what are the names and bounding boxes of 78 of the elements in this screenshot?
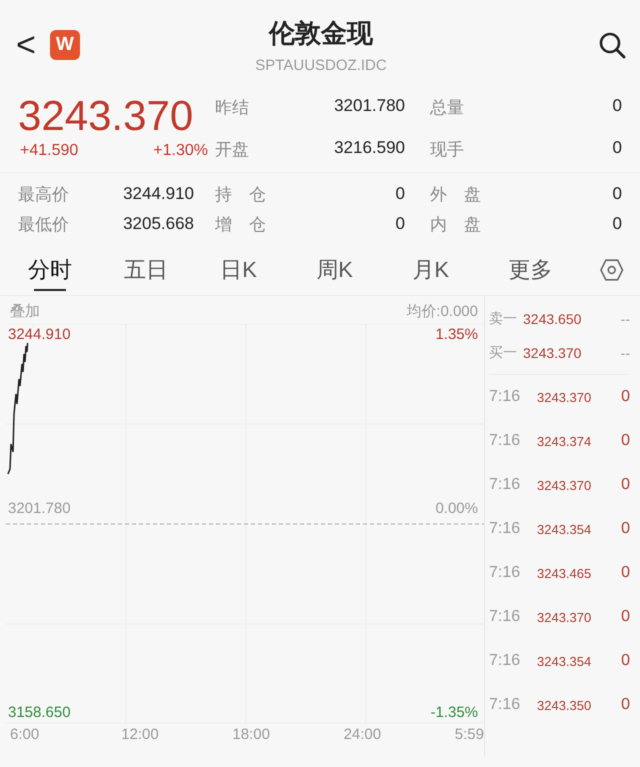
order-label: 卖一 bbox=[489, 310, 517, 328]
stat-label: 内 盘 bbox=[429, 214, 482, 236]
tick-price: 3243.370 bbox=[536, 610, 592, 624]
axis-label: 3201.780 bbox=[8, 500, 71, 517]
settings-icon[interactable] bbox=[598, 257, 624, 283]
axis-label: 3244.910 bbox=[8, 326, 71, 343]
chart-tab[interactable]: 分时 bbox=[22, 245, 118, 295]
order-label: 买一 bbox=[489, 344, 517, 362]
tick-volume: 0 bbox=[621, 476, 630, 494]
order-price: 3243.650 bbox=[523, 311, 582, 327]
stat-label: 现手 bbox=[429, 139, 465, 160]
page-title: 伦敦金现 bbox=[269, 17, 373, 50]
stat-value: 0 bbox=[612, 184, 622, 204]
tick-time: 7:16 bbox=[489, 652, 522, 670]
percent-change: +1.30% bbox=[153, 142, 208, 160]
order-volume: -- bbox=[620, 311, 630, 327]
stat-value: 3244.910 bbox=[122, 184, 194, 204]
axis-label: 0.00% bbox=[435, 500, 478, 517]
axis-label: 1.35% bbox=[435, 326, 478, 343]
last-price: 3243.370 bbox=[18, 94, 194, 138]
stat-value: 0 bbox=[612, 138, 622, 159]
chart-tab[interactable]: 日K bbox=[214, 245, 310, 295]
stat-label: 开盘 bbox=[215, 139, 250, 160]
stat-value: 0 bbox=[394, 184, 405, 204]
stat-value: 0 bbox=[394, 214, 405, 234]
tick-price: 3243.465 bbox=[536, 566, 592, 580]
search-icon[interactable] bbox=[598, 31, 626, 59]
tick-price: 3243.370 bbox=[536, 390, 592, 404]
time-label: 12:00 bbox=[121, 726, 160, 743]
order-price: 3243.370 bbox=[523, 345, 582, 361]
tick-time: 7:16 bbox=[489, 388, 522, 406]
tick-price: 3243.354 bbox=[536, 654, 592, 668]
stat-label: 总量 bbox=[429, 97, 465, 118]
tick-volume: 0 bbox=[621, 432, 630, 450]
tick-price: 3243.370 bbox=[536, 478, 592, 492]
tick-time: 7:16 bbox=[489, 564, 522, 582]
tick-price: 3243.354 bbox=[536, 522, 592, 536]
chart-tab[interactable]: 五日 bbox=[118, 245, 214, 295]
chart-tab[interactable]: 更多 bbox=[502, 245, 599, 295]
stat-label: 持 仓 bbox=[214, 184, 264, 206]
stat-value: 3205.668 bbox=[122, 214, 194, 234]
tick-volume: 0 bbox=[621, 652, 630, 670]
app-logo[interactable]: W bbox=[50, 30, 80, 60]
average-price: 均价:0.000 bbox=[406, 302, 478, 320]
tick-time: 7:16 bbox=[489, 696, 522, 714]
stat-value: 0 bbox=[612, 214, 622, 234]
overlay-label: 叠加 bbox=[10, 302, 40, 320]
price-change: +41.590 bbox=[20, 142, 78, 160]
time-label: 18:00 bbox=[232, 726, 271, 743]
tick-price: 3243.350 bbox=[536, 698, 592, 712]
time-label: 5:59 bbox=[454, 726, 484, 743]
stat-label: 最低价 bbox=[18, 214, 70, 236]
tick-time: 7:16 bbox=[489, 432, 522, 450]
stat-label: 外 盘 bbox=[429, 184, 482, 206]
time-label: 24:00 bbox=[344, 726, 382, 743]
tick-volume: 0 bbox=[621, 388, 630, 406]
axis-label: 3158.650 bbox=[8, 704, 71, 721]
stat-label: 增 仓 bbox=[214, 214, 264, 236]
symbol-code: SPTAUUSDOZ.IDC bbox=[255, 57, 387, 74]
tick-time: 7:16 bbox=[489, 476, 522, 494]
axis-label: -1.35% bbox=[430, 704, 478, 721]
stat-value: 3201.780 bbox=[333, 96, 405, 117]
chart-tab[interactable]: 月K bbox=[406, 245, 502, 295]
tick-price: 3243.374 bbox=[536, 434, 592, 448]
stat-value: 3216.590 bbox=[333, 138, 405, 159]
tick-time: 7:16 bbox=[489, 608, 522, 626]
chart-tab[interactable]: 周K bbox=[310, 245, 406, 295]
stat-label: 最高价 bbox=[18, 184, 70, 206]
tick-volume: 0 bbox=[621, 608, 630, 626]
stat-label: 昨结 bbox=[215, 97, 250, 118]
stat-value: 0 bbox=[612, 96, 622, 117]
tick-volume: 0 bbox=[621, 520, 630, 538]
tick-volume: 0 bbox=[621, 696, 630, 714]
tick-time: 7:16 bbox=[489, 520, 522, 538]
order-volume: -- bbox=[620, 345, 630, 361]
tick-volume: 0 bbox=[621, 564, 630, 582]
time-label: 6:00 bbox=[10, 726, 40, 743]
back-button[interactable]: < bbox=[16, 28, 36, 62]
